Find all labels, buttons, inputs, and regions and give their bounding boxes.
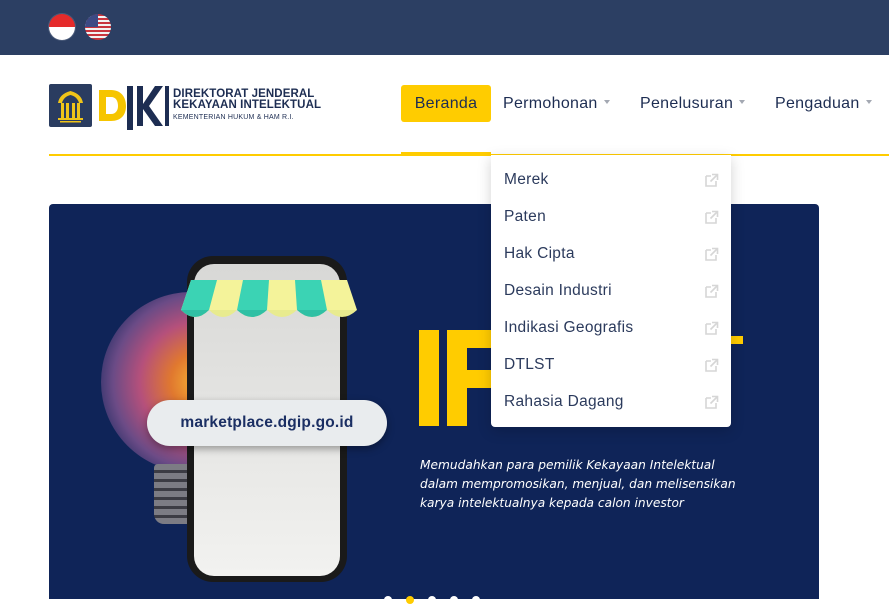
- nav-active-indicator: [401, 152, 491, 156]
- nav-item-permohonan[interactable]: Permohonan: [503, 85, 610, 122]
- external-link-icon: [705, 284, 719, 298]
- nav-label: Beranda: [414, 95, 478, 112]
- kemenkumham-emblem-icon: [49, 84, 92, 127]
- dropdown-item-label: Paten: [504, 208, 547, 225]
- external-link-icon: [705, 210, 719, 224]
- nav-label: Permohonan: [503, 95, 598, 112]
- caret-down-icon: [739, 99, 746, 104]
- external-link-icon: [705, 358, 719, 372]
- external-link-icon: [705, 395, 719, 409]
- carousel-dot-active[interactable]: [406, 596, 414, 604]
- banner-tagline: Memudahkan para pemilik Kekayaan Intelek…: [420, 456, 780, 513]
- nav-label: Pengaduan: [775, 95, 860, 112]
- nav-item-penelusuran[interactable]: Penelusuran: [640, 85, 746, 122]
- nav-item-beranda[interactable]: Beranda: [401, 85, 491, 122]
- dropdown-item-dtlst[interactable]: DTLST: [491, 353, 731, 390]
- dropdown-item-label: Rahasia Dagang: [504, 393, 624, 410]
- caret-down-icon: [865, 99, 872, 104]
- dropdown-item-merek[interactable]: Merek: [491, 168, 731, 205]
- dropdown-item-label: Hak Cipta: [504, 245, 575, 262]
- site-logo[interactable]: DIREKTORAT JENDERAL KEKAYAAN INTELEKTUAL…: [49, 80, 321, 130]
- nav-label: Penelusuran: [640, 95, 734, 112]
- dropdown-item-label: Indikasi Geografis: [504, 319, 634, 336]
- nav-item-pengaduan[interactable]: Pengaduan: [775, 85, 872, 122]
- dropdown-item-desain-industri[interactable]: Desain Industri: [491, 279, 731, 316]
- dropdown-item-paten[interactable]: Paten: [491, 205, 731, 242]
- logo-text: DIREKTORAT JENDERAL KEKAYAAN INTELEKTUAL…: [173, 88, 322, 123]
- external-link-icon: [705, 247, 719, 261]
- logo-line-3: KEMENTERIAN HUKUM & HAM R.I.: [173, 114, 294, 121]
- djki-mark-icon: [97, 80, 169, 130]
- permohonan-dropdown-menu: Merek Paten Hak Cipta Desain Industri In…: [491, 155, 731, 427]
- caret-down-icon: [603, 99, 610, 104]
- carousel-dot[interactable]: [428, 596, 436, 604]
- dropdown-item-rahasia-dagang[interactable]: Rahasia Dagang: [491, 390, 731, 427]
- dropdown-item-label: Desain Industri: [504, 282, 612, 299]
- carousel-dot[interactable]: [384, 596, 392, 604]
- logo-line-2: KEKAYAAN INTELEKTUAL: [173, 99, 322, 111]
- carousel-dot[interactable]: [472, 596, 480, 604]
- top-bar: [0, 0, 889, 55]
- external-link-icon: [705, 173, 719, 187]
- indonesia-flag-icon[interactable]: [49, 14, 75, 40]
- dropdown-item-label: Merek: [504, 171, 549, 188]
- carousel-dot[interactable]: [450, 596, 458, 604]
- marketplace-url-pill: marketplace.dgip.go.id: [147, 400, 387, 446]
- dropdown-item-hak-cipta[interactable]: Hak Cipta: [491, 242, 731, 279]
- tagline-line: dalam mempromosikan, menjual, dan melise…: [420, 477, 736, 491]
- tagline-line: Memudahkan para pemilik Kekayaan Intelek…: [420, 458, 715, 472]
- dropdown-item-indikasi-geografis[interactable]: Indikasi Geografis: [491, 316, 731, 353]
- usa-flag-icon[interactable]: [85, 14, 111, 40]
- dropdown-item-label: DTLST: [504, 356, 555, 373]
- tagline-line: karya intelektualnya kepada calon invest…: [420, 496, 684, 510]
- external-link-icon: [705, 321, 719, 335]
- shop-awning-icon: [181, 280, 357, 317]
